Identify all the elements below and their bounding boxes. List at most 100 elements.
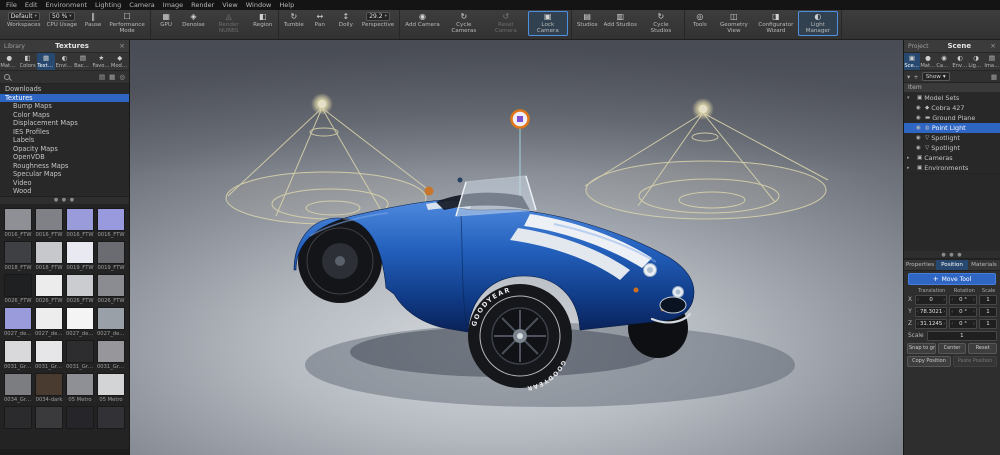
library-tree-item[interactable]: Downloads [0, 85, 129, 94]
toolbar-button[interactable]: ◐ ▾ Light Manager [798, 11, 838, 36]
filter-caret-icon[interactable]: ▾ [907, 73, 910, 81]
position-action-button[interactable]: Snap to ground [907, 343, 936, 354]
rotation-field[interactable]: ‹0 °› [949, 295, 977, 305]
toolbar-button[interactable]: ↻ ▾ Cycle Studios [641, 11, 681, 36]
toolbar-button[interactable]: ◉ ▾ Add Camera [403, 11, 442, 29]
menu-item[interactable]: Help [275, 0, 298, 10]
library-tab[interactable]: ◆ Models [111, 53, 129, 70]
scale-field[interactable]: 1 [979, 307, 997, 317]
texture-thumbnail[interactable]: 0026_FTW [4, 274, 32, 304]
spin-right-icon[interactable]: › [973, 309, 975, 315]
menu-item[interactable]: File [2, 0, 21, 10]
translation-field[interactable]: ‹0› [915, 295, 947, 305]
library-tab[interactable]: ◧ Colors [18, 53, 36, 70]
toolbar-button[interactable]: ▦ ▾ GPU [154, 11, 178, 29]
menu-item[interactable]: Window [242, 0, 276, 10]
spotlight-gizmo-left[interactable] [226, 93, 426, 224]
library-tab[interactable]: ▤ Backgrounds [74, 53, 92, 70]
expand-arrow-icon[interactable]: ▸ [907, 164, 913, 173]
project-tab[interactable]: ▤ Image [984, 53, 1000, 70]
texture-thumbnail[interactable]: 0026_FTW [97, 274, 125, 304]
visibility-eye-icon[interactable]: ◉ [916, 104, 923, 113]
position-action-button[interactable]: Reset [968, 343, 997, 354]
search-icon[interactable] [4, 74, 10, 80]
toolbar-button[interactable]: ↕ ▾ Dolly [334, 11, 358, 29]
toolbar-button[interactable]: ‖ ▾ Pause [81, 11, 105, 29]
library-tree-item[interactable]: Bump Maps [0, 102, 129, 111]
texture-thumbnail[interactable] [66, 406, 94, 430]
menu-item[interactable]: Edit [21, 0, 42, 10]
properties-subtab[interactable]: Properties [904, 260, 936, 270]
library-tab[interactable]: ★ Favorites [92, 53, 110, 70]
toolbar-button[interactable]: ◬ ▾ Render NURBS [209, 11, 249, 36]
scene-tree-item[interactable]: ◉ ▬ Ground Plane [904, 113, 1000, 123]
library-tree-item[interactable]: Specular Maps [0, 170, 129, 179]
scene-tree-item[interactable]: ◉ ▽ Spotlight [904, 133, 1000, 143]
project-tab[interactable]: ◐ Environment [952, 53, 968, 70]
add-icon[interactable]: + [913, 73, 918, 81]
library-tree-item[interactable]: Labels [0, 136, 129, 145]
spin-right-icon[interactable]: › [943, 297, 945, 303]
toolbar-button[interactable]: ◎ ▾ Tools [688, 11, 712, 29]
scene-tree-item[interactable]: ◉ ▽ Spotlight [904, 143, 1000, 153]
show-dropdown[interactable]: Show ▾ [922, 72, 950, 81]
texture-thumbnail[interactable]: 0027_demi [4, 307, 32, 337]
toolbar-button[interactable]: ↺ ▾ Reset Camera [486, 11, 526, 36]
library-tree-item[interactable]: Video [0, 179, 129, 188]
library-tree-item[interactable]: Wood [0, 187, 129, 196]
texture-thumbnail[interactable] [4, 406, 32, 430]
toolbar-button[interactable]: ◫ ▾ Geometry View [714, 11, 754, 36]
toolbar-button[interactable]: ◨ ▾ Configurator Wizard [756, 11, 796, 36]
scene-tree-item[interactable]: ◉ ◍ Point Light [904, 123, 1000, 133]
gear-icon[interactable]: ◎ [119, 73, 125, 81]
library-tab[interactable]: ◐ Environments [55, 53, 73, 70]
texture-thumbnail[interactable]: 0027_demi [97, 307, 125, 337]
menu-item[interactable]: Environment [41, 0, 91, 10]
library-tree-item[interactable]: IES Profiles [0, 128, 129, 137]
spin-right-icon[interactable]: › [973, 321, 975, 327]
spin-right-icon[interactable]: › [973, 297, 975, 303]
close-icon[interactable]: × [990, 42, 996, 50]
visibility-eye-icon[interactable]: ◉ [916, 134, 923, 143]
texture-thumbnail[interactable]: 0016_FTW [35, 208, 63, 238]
panel-resize-handle[interactable]: ● ● ● [0, 197, 129, 205]
visibility-eye-icon[interactable]: ◉ [916, 124, 923, 133]
texture-thumbnail[interactable]: 0027_demi [35, 307, 63, 337]
toolbar-button[interactable]: ▤ ▾ Studios [575, 11, 600, 29]
translation-field[interactable]: ‹78.3021› [915, 307, 947, 317]
project-tab[interactable]: ◑ Lighting [968, 53, 984, 70]
rotation-field[interactable]: ‹0 °› [949, 307, 977, 317]
scene-tree-item[interactable]: ▸ ▣ Cameras [904, 153, 1000, 163]
library-tab[interactable]: ▦ Textures [37, 53, 55, 70]
spotlight-gizmo-right[interactable] [585, 98, 828, 219]
project-tab[interactable]: ◉ Camera [936, 53, 952, 70]
menu-item[interactable]: View [218, 0, 241, 10]
expand-arrow-icon[interactable]: ▾ [907, 94, 913, 103]
library-tree-item[interactable]: OpenVDB [0, 153, 129, 162]
menu-item[interactable]: Render [187, 0, 218, 10]
spin-right-icon[interactable]: › [943, 321, 945, 327]
close-icon[interactable]: × [119, 42, 125, 50]
folder-icon[interactable]: ▤ [99, 73, 105, 81]
texture-thumbnail[interactable]: 0031_Grey [4, 340, 32, 370]
spin-right-icon[interactable]: › [943, 309, 945, 315]
panel-resize-handle[interactable]: ● ● ● [904, 251, 1000, 259]
visibility-eye-icon[interactable]: ◉ [916, 144, 923, 153]
toolbar-button[interactable]: ↻ ▾ Tumble [282, 11, 306, 29]
scale-field[interactable]: 1 [979, 295, 997, 305]
scene-tree-item[interactable]: ◉ ◆ Cobra 427 [904, 103, 1000, 113]
texture-thumbnail[interactable]: 05 Metro [66, 373, 94, 403]
texture-thumbnail[interactable]: 0031_Grey [97, 340, 125, 370]
library-tree-item[interactable]: Color Maps [0, 111, 129, 120]
list-options-icon[interactable]: ▦ [991, 73, 997, 81]
properties-subtab[interactable]: Materials [968, 260, 1000, 270]
project-tab[interactable]: ▣ Scene [904, 53, 920, 70]
texture-thumbnail[interactable]: 0019_FTW [66, 241, 94, 271]
texture-thumbnail[interactable]: 0018_FTW [35, 241, 63, 271]
texture-thumbnail[interactable]: 05 Metro [97, 373, 125, 403]
texture-thumbnail[interactable]: 0019_FTW [97, 241, 125, 271]
viewport-3d[interactable]: GOODYEAR GOODYEAR [130, 40, 903, 455]
menu-item[interactable]: Camera [125, 0, 159, 10]
toolbar-button[interactable]: ◧ ▾ Region [251, 11, 275, 29]
texture-thumbnail[interactable] [97, 406, 125, 430]
